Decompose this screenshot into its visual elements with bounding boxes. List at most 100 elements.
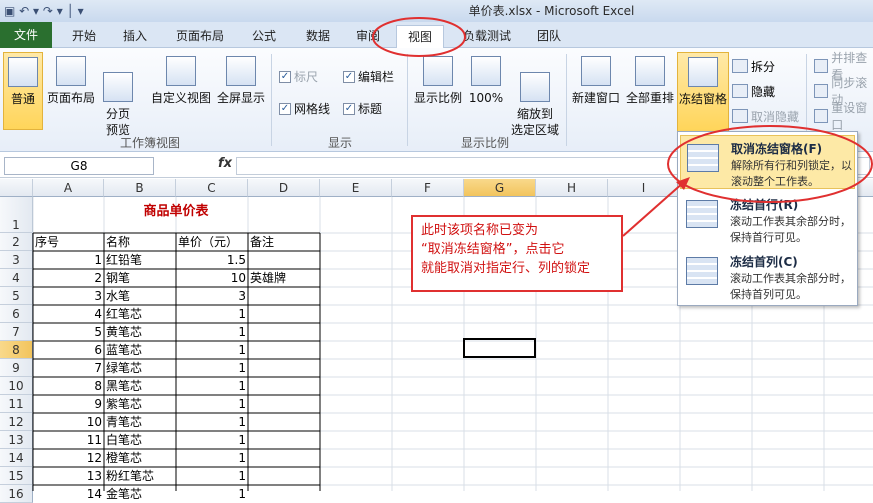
tab-formulas[interactable]: 公式 (242, 25, 286, 48)
data-cell[interactable]: 8 (33, 377, 104, 395)
data-cell[interactable]: 3 (176, 287, 248, 305)
data-cell[interactable] (248, 251, 320, 269)
data-cell[interactable]: 7 (33, 359, 104, 377)
data-cell[interactable]: 金笔芯 (104, 485, 176, 503)
data-cell[interactable]: 2 (33, 269, 104, 287)
hide-button[interactable]: 隐藏 (732, 82, 775, 100)
data-cell[interactable]: 1 (176, 395, 248, 413)
data-cell[interactable]: 1 (176, 467, 248, 485)
freeze-panes-button[interactable]: 冻结窗格 (677, 52, 729, 132)
data-cell[interactable]: 4 (33, 305, 104, 323)
data-cell[interactable]: 橙笔芯 (104, 449, 176, 467)
name-box[interactable]: G8 (4, 157, 154, 175)
header-cell[interactable]: 序号 (33, 233, 104, 251)
formula-bar-checkbox[interactable]: ✓ 编辑栏 (343, 68, 394, 85)
tab-file[interactable]: 文件 (0, 22, 52, 48)
data-cell[interactable]: 1 (176, 413, 248, 431)
data-cell[interactable]: 青笔芯 (104, 413, 176, 431)
data-cell[interactable] (248, 287, 320, 305)
tab-home[interactable]: 开始 (60, 25, 108, 48)
active-cell-g8[interactable] (463, 338, 536, 358)
tab-insert[interactable]: 插入 (113, 25, 157, 48)
split-button[interactable]: 拆分 (732, 57, 775, 75)
insert-function-icon[interactable]: fx (218, 156, 232, 171)
data-cell[interactable]: 1 (176, 359, 248, 377)
data-cell[interactable]: 1.5 (176, 251, 248, 269)
tab-view[interactable]: 视图 (396, 25, 444, 48)
header-cell[interactable]: 名称 (104, 233, 176, 251)
data-cell[interactable]: 钢笔 (104, 269, 176, 287)
arrange-all-button[interactable]: 全部重排 (624, 52, 676, 106)
data-cell[interactable]: 1 (176, 341, 248, 359)
gridlines-checkbox[interactable]: ✓ 网格线 (279, 100, 330, 117)
page-layout-view-button[interactable]: 页面布局 (46, 52, 96, 106)
data-cell[interactable]: 白笔芯 (104, 431, 176, 449)
data-cell[interactable]: 10 (33, 413, 104, 431)
unhide-button[interactable]: 取消隐藏 (732, 107, 799, 125)
data-cell[interactable]: 5 (33, 323, 104, 341)
data-cell[interactable]: 英雄牌 (248, 269, 320, 287)
headings-checkbox[interactable]: ✓ 标题 (343, 100, 382, 117)
header-cell[interactable]: 备注 (248, 233, 320, 251)
freeze-first-column-menu-item[interactable]: 冻结首列(C) 滚动工作表其余部分时，保持首列可见。 (680, 249, 855, 303)
zoom-button[interactable]: 显示比例 (412, 52, 464, 106)
separator (407, 54, 408, 146)
zoom-to-selection-button[interactable]: 缩放到 选定区域 (507, 52, 563, 138)
data-cell[interactable] (248, 485, 320, 503)
data-cell[interactable]: 1 (176, 431, 248, 449)
data-cell[interactable]: 10 (176, 269, 248, 287)
data-cell[interactable]: 黄笔芯 (104, 323, 176, 341)
normal-view-button[interactable]: 普通 (3, 52, 43, 130)
data-cell[interactable] (248, 467, 320, 485)
annotation-callout: 此时该项名称已变为 “取消冻结窗格”，点击它 就能取消对指定行、列的锁定 (411, 215, 623, 292)
data-cell[interactable]: 12 (33, 449, 104, 467)
data-cell[interactable] (248, 431, 320, 449)
data-cell[interactable]: 黑笔芯 (104, 377, 176, 395)
tab-review[interactable]: 审阅 (348, 25, 388, 48)
data-cell[interactable]: 1 (176, 485, 248, 503)
custom-views-button[interactable]: 自定义视图 (150, 52, 212, 106)
data-cell[interactable]: 水笔 (104, 287, 176, 305)
view-side-by-side-button[interactable]: 并排查看 (814, 51, 873, 82)
tab-load-test[interactable]: 负载测试 (455, 25, 519, 48)
data-cell[interactable]: 13 (33, 467, 104, 485)
data-cell[interactable]: 6 (33, 341, 104, 359)
data-cell[interactable]: 绿笔芯 (104, 359, 176, 377)
data-cell[interactable] (248, 413, 320, 431)
page-break-preview-button[interactable]: 分页 预览 (100, 52, 136, 138)
data-cell[interactable]: 1 (176, 449, 248, 467)
freeze-top-row-menu-item[interactable]: 冻结首行(R) 滚动工作表其余部分时，保持首行可见。 (680, 192, 855, 246)
sheet-title[interactable]: 商品单价表 (104, 203, 248, 221)
data-cell[interactable] (248, 305, 320, 323)
data-cell[interactable]: 1 (176, 377, 248, 395)
sync-scrolling-button[interactable]: 同步滚动 (814, 76, 873, 107)
reset-window-position-button[interactable]: 重设窗口 (814, 101, 873, 132)
data-cell[interactable]: 蓝笔芯 (104, 341, 176, 359)
header-cell[interactable]: 单价（元） (176, 233, 248, 251)
data-cell[interactable] (248, 395, 320, 413)
data-cell[interactable]: 3 (33, 287, 104, 305)
data-cell[interactable]: 1 (176, 305, 248, 323)
tab-data[interactable]: 数据 (296, 25, 340, 48)
data-cell[interactable]: 9 (33, 395, 104, 413)
zoom-100-button[interactable]: 100% (466, 52, 506, 106)
data-cell[interactable]: 红笔芯 (104, 305, 176, 323)
unfreeze-panes-menu-item[interactable]: 取消冻结窗格(F) 解除所有行和列锁定，以滚动整个工作表。 (680, 135, 855, 189)
data-cell[interactable]: 11 (33, 431, 104, 449)
data-cell[interactable] (248, 323, 320, 341)
data-cell[interactable]: 紫笔芯 (104, 395, 176, 413)
data-cell[interactable]: 1 (33, 251, 104, 269)
data-cell[interactable]: 14 (33, 485, 104, 503)
data-cell[interactable]: 粉红笔芯 (104, 467, 176, 485)
data-cell[interactable]: 1 (176, 323, 248, 341)
ruler-checkbox[interactable]: ✓ 标尺 (279, 68, 318, 85)
full-screen-button[interactable]: 全屏显示 (215, 52, 267, 106)
new-window-button[interactable]: 新建窗口 (570, 52, 622, 106)
tab-team[interactable]: 团队 (527, 25, 571, 48)
data-cell[interactable] (248, 359, 320, 377)
tab-page-layout[interactable]: 页面布局 (168, 25, 232, 48)
data-cell[interactable] (248, 449, 320, 467)
data-cell[interactable] (248, 341, 320, 359)
data-cell[interactable] (248, 377, 320, 395)
data-cell[interactable]: 红铅笔 (104, 251, 176, 269)
